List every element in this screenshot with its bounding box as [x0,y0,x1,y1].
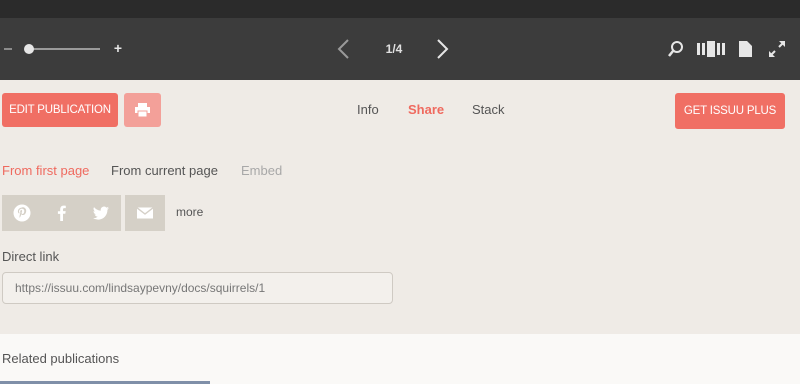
search-icon[interactable] [667,40,685,58]
edit-publication-button[interactable]: EDIT PUBLICATION [2,93,118,127]
print-icon [135,103,150,117]
share-pinterest-button[interactable] [2,195,42,231]
print-button[interactable] [124,93,161,127]
subtab-from-current-page[interactable]: From current page [111,163,218,178]
zoom-in-icon[interactable]: + [112,41,124,55]
share-facebook-button[interactable] [42,195,82,231]
zoom-out-icon[interactable] [4,48,12,50]
pinterest-icon [13,204,31,222]
zoom-slider-handle[interactable] [24,44,34,54]
previous-page-icon[interactable] [334,38,354,60]
email-icon [136,207,154,219]
subtab-from-first-page[interactable]: From first page [2,163,89,178]
tab-info[interactable]: Info [357,102,379,117]
get-issuu-plus-button[interactable]: GET ISSUU PLUS [675,93,785,129]
direct-link-label: Direct link [2,249,60,264]
twitter-icon [93,206,109,220]
share-twitter-button[interactable] [81,195,121,231]
share-email-button[interactable] [125,195,165,231]
tab-stack[interactable]: Stack [472,102,505,117]
tab-share[interactable]: Share [408,102,444,117]
thumbnails-icon[interactable] [697,40,725,58]
page-indicator: 1/4 [385,42,403,56]
fullscreen-icon[interactable] [768,40,786,58]
more-share-options-link[interactable]: more [176,205,203,219]
related-publications-heading: Related publications [2,351,120,366]
related-publications-section [0,334,800,384]
viewer-top-strip [0,0,800,18]
subtab-embed[interactable]: Embed [241,163,282,178]
zoom-slider[interactable] [28,48,100,50]
direct-link-field[interactable] [2,272,393,304]
viewer-toolbar: + 1/4 [0,18,800,80]
next-page-icon[interactable] [432,38,452,60]
facebook-icon [57,205,66,221]
single-page-icon[interactable] [739,40,752,58]
